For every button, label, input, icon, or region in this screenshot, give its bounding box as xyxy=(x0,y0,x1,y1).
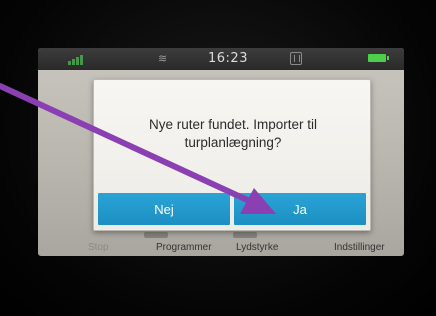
menu-item-stop[interactable]: Stop xyxy=(88,242,109,253)
programs-icon xyxy=(144,232,168,238)
signal-icon xyxy=(68,53,88,65)
screen: ≋ 16:23 Stop Programmer Lydstyrke Indsti… xyxy=(38,48,404,256)
device-frame: ≋ 16:23 Stop Programmer Lydstyrke Indsti… xyxy=(0,0,436,316)
dialog-message: Nye ruter fundet. Importer til turplanlæ… xyxy=(148,117,318,150)
battery-icon xyxy=(368,54,389,62)
status-bar: ≋ 16:23 xyxy=(38,48,404,70)
yes-button[interactable]: Ja xyxy=(234,193,366,225)
volume-icon xyxy=(233,232,257,238)
vehicle-icon: ≋ xyxy=(158,52,168,65)
traffic-icon xyxy=(290,52,302,65)
menu-item-settings[interactable]: Indstillinger xyxy=(334,242,385,253)
no-button[interactable]: Nej xyxy=(98,193,230,225)
menu-item-programs[interactable]: Programmer xyxy=(156,242,212,253)
import-routes-dialog: Nye ruter fundet. Importer til turplanlæ… xyxy=(93,79,371,231)
clock: 16:23 xyxy=(208,51,248,66)
menu-item-volume[interactable]: Lydstyrke xyxy=(236,242,278,253)
